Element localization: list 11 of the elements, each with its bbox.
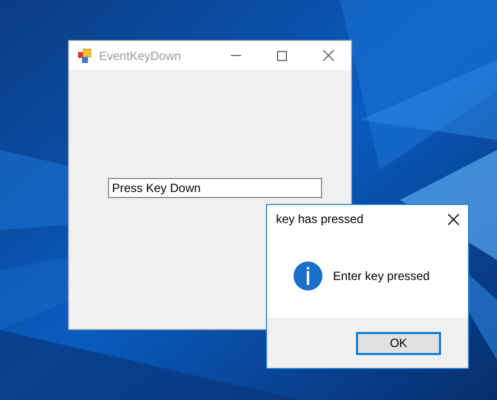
close-icon [322,50,334,61]
text-field[interactable]: Press Key Down [108,178,322,198]
minimize-icon [231,55,241,56]
app-icon [77,48,93,64]
maximize-icon [277,50,287,60]
info-icon [293,261,323,291]
message-text: Enter key pressed [333,268,430,285]
ok-button[interactable]: OK [356,332,441,354]
dialog-title: key has pressed [276,211,364,228]
close-icon [448,214,458,224]
window-title: EventKeyDown [99,48,182,64]
